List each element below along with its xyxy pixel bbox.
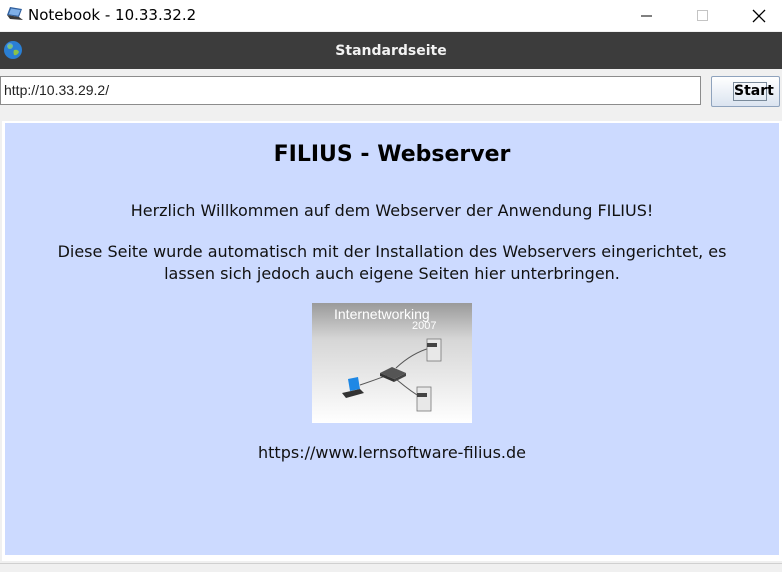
page-header: Standardseite	[0, 32, 782, 69]
page-heading: FILIUS - Webserver	[273, 142, 511, 167]
title-bar: Notebook - 10.33.32.2	[0, 0, 782, 31]
browser-viewport: FILIUS - Webserver Herzlich Willkommen a…	[2, 121, 782, 561]
info-text-line-2: lassen sich jedoch auch eigene Seiten hi…	[164, 264, 620, 283]
website-url: https://www.lernsoftware-filius.de	[258, 443, 526, 462]
internetworking-image: Internetworking 2007	[312, 303, 472, 423]
web-page: FILIUS - Webserver Herzlich Willkommen a…	[5, 123, 779, 555]
info-text-line-1: Diese Seite wurde automatisch mit der In…	[57, 242, 727, 261]
info-text: Diese Seite wurde automatisch mit der In…	[5, 241, 779, 285]
close-icon	[752, 9, 766, 22]
start-button[interactable]: Start	[711, 76, 780, 107]
notebook-icon	[7, 7, 23, 20]
start-button-label: Start	[733, 82, 774, 101]
address-bar[interactable]: http://10.33.29.2/	[0, 76, 701, 105]
minimize-icon	[641, 15, 652, 16]
maximize-icon	[697, 9, 708, 21]
maximize-button[interactable]	[680, 0, 726, 31]
minimize-button[interactable]	[624, 0, 670, 31]
window-title: Notebook - 10.33.32.2	[28, 6, 197, 24]
welcome-text: Herzlich Willkommen auf dem Webserver de…	[130, 201, 654, 220]
image-year: 2007	[412, 320, 436, 332]
close-button[interactable]	[736, 0, 782, 31]
header-title: Standardseite	[335, 43, 447, 59]
